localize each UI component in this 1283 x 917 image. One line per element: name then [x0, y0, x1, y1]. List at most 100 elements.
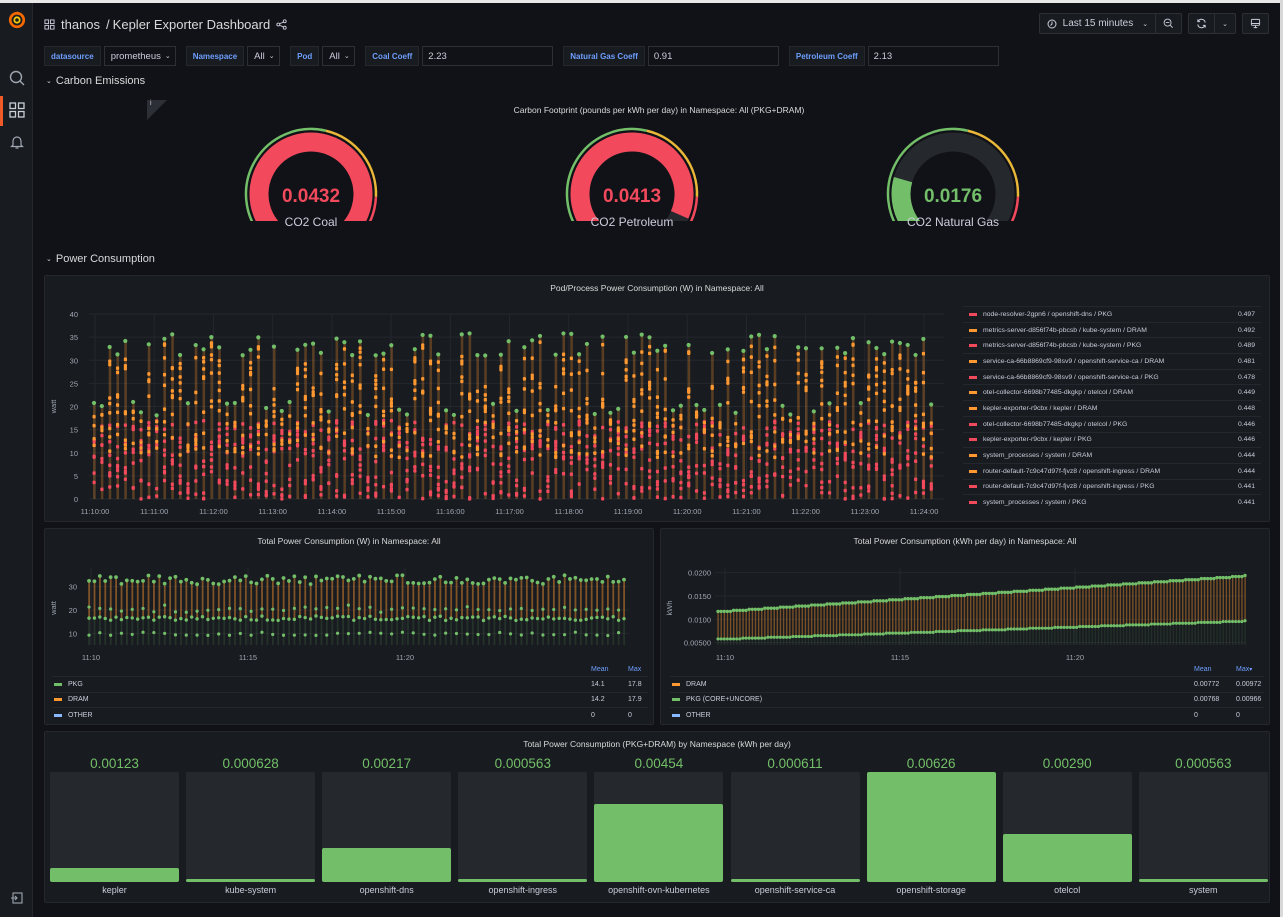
data-point	[1059, 586, 1063, 590]
page-title[interactable]: Kepler Exporter Dashboard	[113, 17, 271, 32]
data-point-top	[373, 353, 378, 358]
legend-row-other[interactable]: OTHER 0 0	[670, 707, 1264, 723]
data-point	[1224, 619, 1228, 624]
breadcrumb-folder[interactable]: thanos	[61, 17, 100, 32]
data-point	[601, 371, 605, 376]
series-bar	[998, 592, 1000, 630]
data-point-top	[412, 347, 417, 352]
data-point	[155, 419, 159, 424]
legend-item[interactable]: system_processes / system / DRAM 0.444	[963, 447, 1261, 463]
refresh-button[interactable]	[1189, 14, 1216, 33]
time-range-picker[interactable]: Last 15 minutes ⌄	[1040, 14, 1157, 33]
data-point	[800, 604, 804, 608]
legend-header-mean[interactable]: Mean	[1194, 666, 1236, 673]
series-bar	[466, 617, 469, 645]
legend-swatch	[969, 406, 977, 410]
bar-label: openshift-ingress	[488, 885, 558, 895]
data-point	[827, 479, 832, 484]
dashboards-icon[interactable]	[8, 101, 26, 119]
variable-petroleum-coeff: Petroleum Coeff 2.13	[788, 46, 999, 66]
data-point	[884, 631, 888, 635]
data-point	[1124, 623, 1129, 627]
data-point	[1234, 619, 1238, 624]
data-point	[530, 389, 534, 393]
data-point	[342, 406, 347, 411]
data-point	[460, 423, 464, 428]
total-power-w-chart[interactable]: 102030watt11:10 11:15 11:20	[44, 560, 654, 665]
data-point	[859, 430, 863, 435]
series-bar	[1035, 590, 1037, 629]
data-point-top	[702, 407, 707, 413]
data-point	[867, 397, 871, 402]
legend-item[interactable]: system_processes / system / PKG 0.441	[963, 494, 1261, 510]
coal-coeff-input[interactable]: 2.23	[422, 46, 554, 66]
series-bar	[1141, 582, 1143, 625]
legend-row-pkg[interactable]: PKG 14.1 17.8	[52, 676, 648, 692]
panel-title: Total Power Consumption (PKG+DRAM) by Na…	[523, 739, 791, 749]
data-point	[483, 427, 487, 432]
data-point	[470, 615, 475, 619]
legend-item[interactable]: router-default-7c9c47d97f-fjvz8 / opensh…	[963, 462, 1261, 479]
search-icon[interactable]	[8, 69, 26, 87]
data-point	[436, 487, 440, 492]
legend-row-other[interactable]: OTHER 0 0	[52, 707, 648, 723]
bell-icon[interactable]	[8, 133, 26, 151]
petroleum-coeff-input[interactable]: 2.13	[867, 46, 999, 66]
pod-power-chart[interactable]: 0510152025303540watt11:10:00 11:11:00 11:1…	[44, 300, 959, 522]
tv-mode-button[interactable]	[1242, 13, 1269, 34]
data-point	[600, 580, 605, 584]
data-point	[295, 442, 300, 447]
legend-item[interactable]: metrics-server-d856f74b-pbcsb / kube-sys…	[963, 321, 1261, 338]
row-carbon-emissions[interactable]: ⌄ Carbon Emissions	[46, 75, 145, 87]
row-power-consumption[interactable]: ⌄ Power Consumption	[46, 253, 155, 265]
data-point	[882, 423, 886, 428]
series-bar	[1235, 621, 1237, 645]
legend-item[interactable]: otel-collector-6698b77485-dkgkp / otelco…	[963, 415, 1261, 432]
grafana-logo[interactable]	[8, 11, 26, 29]
legend-swatch	[969, 485, 977, 489]
legend-item[interactable]: otel-collector-6698b77485-dkgkp / otelco…	[963, 384, 1261, 400]
series-bar	[547, 617, 550, 645]
datasource-select[interactable]: prometheus ⌄	[103, 46, 176, 66]
legend-row-pkg[interactable]: PKG (CORE+UNCORE) 0.00768 0.00966	[670, 691, 1264, 708]
series-bar	[1153, 624, 1156, 645]
series-bar	[477, 583, 480, 617]
data-point	[168, 576, 172, 581]
data-point	[828, 634, 832, 638]
legend-item[interactable]: node-resolver-2gpn6 / openshift-dns / PK…	[963, 306, 1261, 322]
data-point	[178, 436, 182, 441]
data-point	[1096, 624, 1101, 629]
legend-item[interactable]: kepler-exporter-r9cbx / kepler / PKG 0.44…	[963, 431, 1261, 448]
legend-item[interactable]: service-ca-66b8869cf9-98sv9 / openshift-…	[963, 353, 1261, 369]
legend-header-max[interactable]: Max▾	[1236, 666, 1264, 673]
share-icon[interactable]	[276, 18, 287, 30]
legend-row-dram[interactable]: DRAM 0.00772 0.00972	[670, 676, 1264, 692]
legend-row-dram[interactable]: DRAM 14.2 17.9	[52, 691, 648, 708]
legend-item[interactable]: metrics-server-d856f74b-pbcsb / kube-sys…	[963, 337, 1261, 353]
data-point	[452, 420, 456, 425]
legend-name: service-ca-66b8869cf9-98sv9 / openshift-…	[983, 373, 1159, 381]
legend-header-mean[interactable]: Mean	[591, 666, 628, 673]
total-power-kwh-chart[interactable]: 0.005000.01000.01500.0200kWh11:10 11:15 11…	[660, 560, 1270, 665]
data-point	[530, 439, 534, 444]
series-bar	[892, 599, 894, 634]
data-point	[325, 605, 329, 610]
data-point	[716, 609, 720, 614]
data-point	[186, 448, 190, 453]
namespace-select[interactable]: All ⌄	[247, 46, 281, 66]
data-point	[147, 443, 151, 448]
data-point	[679, 451, 683, 455]
series-bar	[888, 633, 891, 645]
legend-item[interactable]: router-default-7c9c47d97f-fjvz8 / opensh…	[963, 478, 1261, 495]
sign-in-icon[interactable]	[10, 891, 24, 905]
data-point	[530, 443, 534, 448]
natural-gas-coeff-input[interactable]: 0.91	[647, 46, 779, 66]
data-point	[585, 467, 589, 472]
legend-item[interactable]: kepler-exporter-r9cbx / kepler / DRAM 0.4…	[963, 400, 1261, 416]
legend-item[interactable]: service-ca-66b8869cf9-98sv9 / openshift-…	[963, 368, 1261, 385]
pod-select[interactable]: All ⌄	[322, 46, 356, 66]
zoom-out-button[interactable]	[1156, 14, 1181, 33]
data-point	[381, 439, 386, 444]
legend-header-max[interactable]: Max	[628, 666, 648, 673]
refresh-interval-dropdown[interactable]: ⌄	[1215, 14, 1235, 33]
